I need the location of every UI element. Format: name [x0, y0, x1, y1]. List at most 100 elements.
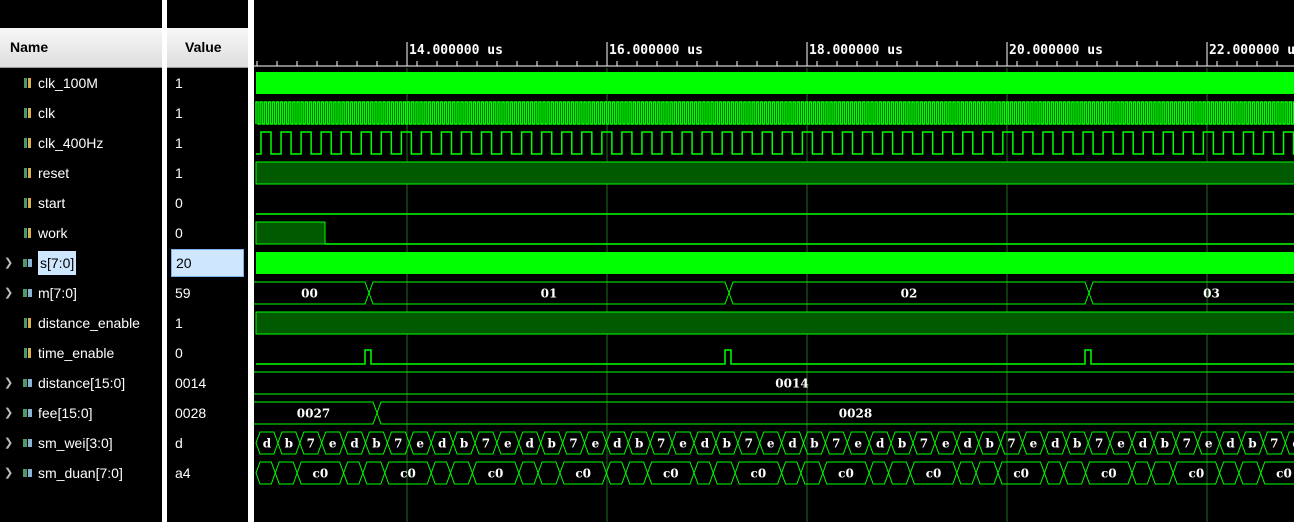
sm-wei-bus-value-label: 7 — [569, 437, 577, 451]
clk-400Hz-wave — [256, 131, 1294, 155]
sm-wei-bus-value-label: b — [723, 437, 731, 451]
work-wave-high — [255, 221, 326, 245]
bit-signal-icon — [24, 318, 31, 328]
signal-row-sm_wei[interactable]: ❯ sm_wei[3:0] — [0, 428, 162, 458]
m-bus-segment — [1088, 281, 1294, 305]
sm-duan-bus-segment — [1238, 461, 1262, 485]
fee-bus-value-label: 0028 — [839, 407, 872, 421]
sm-wei-bus-value-label: e — [592, 437, 600, 451]
expand-chevron-icon[interactable]: ❯ — [4, 458, 13, 488]
signal-row-clk_100M[interactable]: clk_100M — [0, 68, 162, 98]
distance-enable-wave — [255, 311, 1294, 335]
sm-wei-bus-value-label: 7 — [657, 437, 665, 451]
signal-row-work[interactable]: work — [0, 218, 162, 248]
ruler-tick-label: 20.000000 us — [1009, 43, 1103, 58]
sm-wei-bus-value-label: b — [1073, 437, 1081, 451]
fee-bus-value-label: 0027 — [297, 407, 330, 421]
sm-duan-bus-segment — [1150, 461, 1174, 485]
sm-duan-bus-segment — [781, 461, 802, 485]
signal-row-m[interactable]: ❯ m[7:0] — [0, 278, 162, 308]
sm-duan-bus-segment — [693, 461, 714, 485]
bit-signal-icon — [24, 348, 31, 358]
expand-chevron-icon[interactable]: ❯ — [4, 368, 13, 398]
sm-duan-bus-segment — [1063, 461, 1087, 485]
signal-row-reset[interactable]: reset — [0, 158, 162, 188]
signal-value: 1 — [175, 135, 183, 151]
name-column-header[interactable]: Name — [0, 28, 162, 68]
sm-duan-bus-segment — [975, 461, 999, 485]
signal-name-label: sm_duan[7:0] — [38, 465, 123, 481]
sm-wei-bus-value-label: e — [854, 437, 862, 451]
time-enable-wave — [256, 349, 1294, 365]
sm-wei-bus-value-label: b — [460, 437, 468, 451]
sm-duan-bus-value-label: c0 — [488, 467, 504, 481]
sm-wei-bus-value-label: 7 — [1007, 437, 1015, 451]
sm-wei-bus-value-label: 7 — [745, 437, 753, 451]
signal-name-label: clk — [38, 105, 56, 121]
expand-chevron-icon[interactable]: ❯ — [4, 398, 13, 428]
sm-wei-bus-value-label: 7 — [832, 437, 840, 451]
sm-wei-bus-value-label: d — [701, 437, 710, 451]
sm-wei-bus-value-label: d — [263, 437, 272, 451]
s-bus-wave — [256, 252, 1294, 274]
sm-wei-bus-value-label: b — [898, 437, 906, 451]
signal-value: d — [175, 435, 183, 451]
sm-duan-bus-value-label: c0 — [1276, 467, 1292, 481]
signal-row-clk[interactable]: clk — [0, 98, 162, 128]
clk-100M-wave — [256, 72, 1294, 94]
sm-duan-bus-segment — [362, 461, 386, 485]
sm-wei-bus-value-label: 7 — [394, 437, 402, 451]
ruler-tick-label: 14.000000 us — [409, 43, 503, 58]
signal-row-clk_400Hz[interactable]: clk_400Hz — [0, 128, 162, 158]
sm-wei-bus-value-label: e — [942, 437, 950, 451]
expand-chevron-icon[interactable]: ❯ — [4, 248, 13, 278]
sm-wei-bus-value-label: e — [767, 437, 775, 451]
value-column-header[interactable]: Value — [167, 28, 248, 68]
sm-wei-bus-value-label: 7 — [1183, 437, 1191, 451]
sm-wei-bus-value-label: d — [1139, 437, 1148, 451]
ruler-tick-label: 22.000000 us — [1209, 43, 1294, 58]
expand-chevron-icon[interactable]: ❯ — [4, 278, 13, 308]
distance-bus-segment — [254, 371, 1294, 395]
signal-name-label: start — [38, 195, 66, 211]
signal-row-time_enable[interactable]: time_enable — [0, 338, 162, 368]
waveform-canvas[interactable]: 14.000000 us 16.000000 us 18.000000 us 20.0… — [254, 0, 1294, 522]
sm-duan-bus-value-label: c0 — [313, 467, 329, 481]
bit-signal-icon — [24, 168, 31, 178]
expand-chevron-icon[interactable]: ❯ — [4, 428, 13, 458]
column-divider[interactable] — [162, 0, 167, 522]
sm-duan-bus-value-label: c0 — [1189, 467, 1205, 481]
signal-row-start[interactable]: start — [0, 188, 162, 218]
sm-duan-bus-segment — [274, 461, 298, 485]
signal-value: a4 — [175, 465, 191, 481]
signal-name-label: s[7:0] — [38, 251, 77, 275]
sm-duan-bus-value-label: c0 — [1101, 467, 1117, 481]
sm-duan-bus-segment — [537, 461, 561, 485]
sm-duan-bus-value-label: c0 — [926, 467, 942, 481]
signal-name-label: work — [38, 225, 68, 241]
signal-name-label: reset — [38, 165, 70, 181]
bus-signal-icon — [23, 379, 32, 387]
bus-signal-icon — [23, 409, 32, 417]
sm-duan-bus-segment — [255, 461, 276, 485]
sm-duan-bus-segment — [887, 461, 911, 485]
sm-duan-bus-segment — [430, 461, 452, 485]
signal-value: 0 — [175, 195, 183, 211]
sm-wei-bus-value-label: e — [504, 437, 512, 451]
clk-wave — [255, 101, 1294, 125]
signal-row-fee[interactable]: ❯ fee[15:0] — [0, 398, 162, 428]
sm-wei-bus-value-label: b — [810, 437, 818, 451]
signal-row-sm_duan[interactable]: ❯ sm_duan[7:0] — [0, 458, 162, 488]
sm-wei-bus-value-label: d — [1051, 437, 1060, 451]
sm-wei-bus-value-label: d — [964, 437, 973, 451]
sm-duan-bus-value-label: c0 — [575, 467, 591, 481]
sm-wei-bus-value-label: 7 — [1095, 437, 1103, 451]
signal-row-s[interactable]: ❯ s[7:0] — [0, 248, 162, 278]
signal-row-distance_enable[interactable]: distance_enable — [0, 308, 162, 338]
sm-wei-bus-value-label: b — [1248, 437, 1256, 451]
signal-value: 0014 — [175, 375, 207, 391]
sm-wei-bus-value-label: d — [526, 437, 535, 451]
signal-row-distance[interactable]: ❯ distance[15:0] — [0, 368, 162, 398]
ruler-tick-label: 18.000000 us — [809, 43, 903, 58]
bus-signal-icon — [23, 439, 32, 447]
